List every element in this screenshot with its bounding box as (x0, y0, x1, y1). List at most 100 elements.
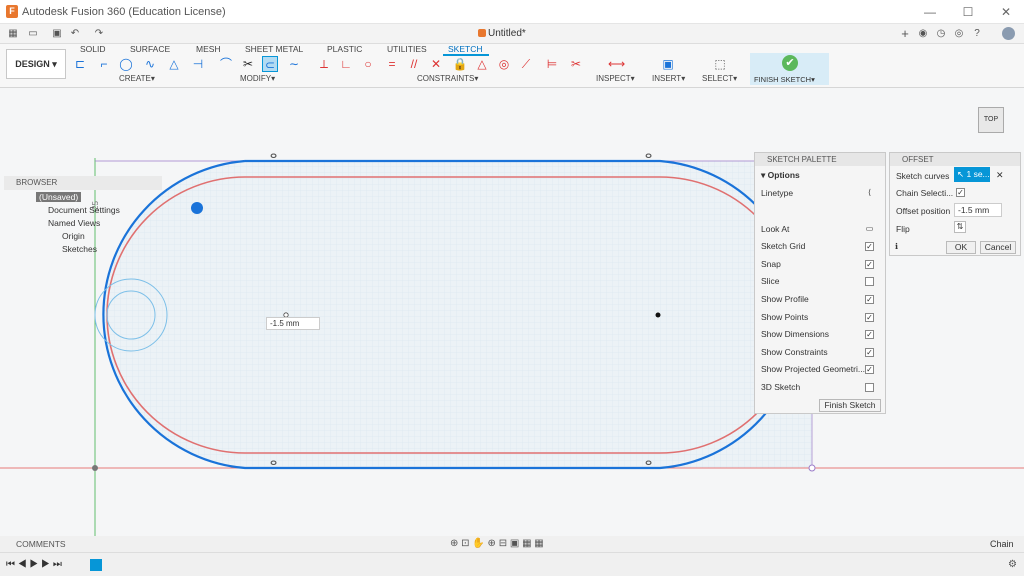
minimize-button[interactable]: — (920, 4, 940, 20)
coincident-icon[interactable]: ⟂ (316, 56, 332, 72)
settings-gear-icon[interactable]: ⚙ (1008, 559, 1017, 570)
palette-checkbox[interactable]: ✓ (865, 312, 874, 322)
midpoint-icon[interactable]: △ (474, 56, 490, 72)
sketch-curves-selector[interactable]: ↖ 1 se... (954, 167, 990, 182)
palette-checkbox[interactable]: ✓ (865, 295, 874, 304)
nav-toolbar[interactable]: ⊕ ⊡ ✋ ⊕ ⊟ ▣ ▦ ▦ (450, 538, 544, 549)
close-window-button[interactable]: ✕ (996, 4, 1016, 20)
offset-dimension-input[interactable]: -1.5 mm (266, 317, 320, 330)
tab-sheet-metal[interactable]: SHEET METAL (245, 44, 303, 54)
palette-checkbox[interactable]: ✓ (865, 347, 874, 357)
insert-menu[interactable]: INSERT▾ (652, 74, 685, 83)
ok-button[interactable]: OK (946, 241, 976, 254)
offset-position-label: Offset position (896, 206, 951, 216)
insert-image-icon[interactable]: ▣ (660, 56, 676, 72)
options-section[interactable]: ▾ Options (761, 170, 800, 181)
select-icon[interactable]: ⬚ (712, 56, 728, 72)
collinear-icon[interactable]: ⟋ (518, 56, 534, 72)
inspect-menu[interactable]: INSPECT▾ (596, 74, 635, 83)
redo-icon[interactable]: ↷ (92, 27, 106, 40)
palette-header[interactable]: SKETCH PALETTE (755, 153, 885, 166)
browser-item-sketches[interactable]: Sketches (62, 244, 97, 254)
tab-plastic[interactable]: PLASTIC (327, 44, 362, 54)
equal-icon[interactable]: = (384, 56, 400, 72)
new-tab-icon[interactable]: + (898, 27, 912, 40)
polygon-icon[interactable]: △ (166, 56, 182, 72)
tab-sketch[interactable]: SKETCH (448, 44, 482, 54)
browser-item-document-settings[interactable]: Document Settings (48, 205, 120, 215)
maximize-button[interactable]: ☐ (958, 4, 978, 20)
browser-item-named-views[interactable]: Named Views (48, 218, 100, 228)
curvature-icon[interactable]: ✂ (568, 56, 584, 72)
clear-selection-icon[interactable]: ✕ (996, 170, 1004, 181)
workspace-design-button[interactable]: DESIGN ▾ (6, 49, 66, 79)
create-sketch-icon[interactable]: ⊏ (72, 56, 88, 72)
horizontal-icon[interactable]: ∟ (338, 56, 354, 72)
clock-icon[interactable]: ◷ (934, 27, 948, 40)
extensions-icon[interactable]: ◉ (916, 27, 930, 40)
fix-icon[interactable]: 🔒 (452, 56, 468, 72)
tab-utilities[interactable]: UTILITIES (387, 44, 427, 54)
finish-sketch-label: FINISH SKETCH▾ (754, 75, 815, 84)
constraints-menu[interactable]: CONSTRAINTS▾ (417, 74, 478, 83)
perpendicular-icon[interactable]: ✕ (428, 56, 444, 72)
palette-row-slice: Slice (761, 276, 780, 287)
save-icon[interactable]: ▣ (50, 27, 64, 40)
browser-root[interactable]: (Unsaved) (36, 192, 82, 202)
timeline-bar: ⏮ ◀ ▶ ▶ ⏭ Chain ⚙ (0, 539, 1024, 576)
parallel-icon[interactable]: // (406, 56, 422, 72)
circle-icon[interactable]: ◯ (118, 56, 134, 72)
arc-icon[interactable]: ∿ (142, 56, 158, 72)
line-icon[interactable]: ⌐ (96, 56, 112, 72)
comments-bar: COMMENTS ⊕ ⊡ ✋ ⊕ ⊟ ▣ ▦ ▦ (0, 536, 1024, 552)
measure-icon[interactable]: ⟷ (608, 56, 625, 72)
palette-checkbox[interactable] (865, 383, 874, 392)
browser-header[interactable]: BROWSER (4, 176, 162, 190)
direction-handle (191, 202, 203, 214)
fillet-icon[interactable]: ⌒ (218, 56, 234, 72)
palette-finish-sketch-button[interactable]: Finish Sketch (819, 399, 881, 412)
flip-button[interactable]: ⇅ (954, 221, 966, 233)
trim-icon[interactable]: ✂ (240, 56, 256, 72)
undo-icon[interactable]: ↶ (68, 27, 82, 40)
offset-icon[interactable]: ⊂ (262, 56, 278, 72)
timeline-sketch-item[interactable] (90, 559, 102, 571)
select-menu[interactable]: SELECT▾ (702, 74, 737, 83)
offset-header[interactable]: OFFSET (890, 153, 1020, 166)
linetype-icon[interactable]: ⟨ (865, 189, 874, 198)
browser-panel: BROWSER (Unsaved) Document Settings Name… (0, 176, 162, 256)
document-tab[interactable]: Untitled* (488, 28, 526, 39)
tab-solid[interactable]: SOLID (80, 44, 106, 54)
timeline-controls[interactable]: ⏮ ◀ ▶ ▶ ⏭ (6, 559, 62, 570)
mirror-icon[interactable]: ⊣ (190, 56, 206, 72)
viewcube[interactable]: TOP (978, 107, 1004, 133)
offset-position-input[interactable]: -1.5 mm (954, 203, 1002, 217)
palette-checkbox[interactable]: ✓ (865, 242, 874, 252)
comments-label[interactable]: COMMENTS (16, 539, 66, 549)
concentric-icon[interactable]: ◎ (496, 56, 512, 72)
notification-icon[interactable]: ◎ (952, 27, 966, 40)
tab-mesh[interactable]: MESH (196, 44, 221, 54)
grid-menu-icon[interactable]: ▦ (6, 27, 20, 40)
create-menu[interactable]: CREATE▾ (119, 74, 155, 83)
look-at-icon[interactable]: ▭ (865, 224, 874, 234)
palette-checkbox[interactable]: ✓ (865, 259, 874, 269)
tab-surface[interactable]: SURFACE (130, 44, 170, 54)
chain-selection-checkbox[interactable]: ✓ (956, 188, 965, 197)
info-icon: ℹ (895, 242, 899, 251)
cancel-button[interactable]: Cancel (980, 241, 1016, 254)
symmetry-icon[interactable]: ⊨ (544, 56, 560, 72)
palette-row-3d-sketch: 3D Sketch (761, 382, 801, 392)
palette-checkbox[interactable] (865, 277, 874, 287)
modify-menu[interactable]: MODIFY▾ (240, 74, 275, 83)
finish-sketch-button[interactable]: ✔ FINISH SKETCH▾ (750, 53, 829, 85)
palette-checkbox[interactable]: ✓ (865, 365, 874, 375)
palette-checkbox[interactable]: ✓ (865, 330, 874, 340)
browser-item-origin[interactable]: Origin (62, 231, 85, 241)
avatar[interactable] (1002, 27, 1015, 40)
spline-icon[interactable]: ∼ (286, 56, 302, 72)
file-icon[interactable]: ▭ (26, 27, 40, 40)
app-title: Autodesk Fusion 360 (Education License) (22, 6, 226, 18)
tangent-icon[interactable]: ○ (360, 56, 376, 72)
help-icon[interactable]: ? (970, 27, 984, 40)
